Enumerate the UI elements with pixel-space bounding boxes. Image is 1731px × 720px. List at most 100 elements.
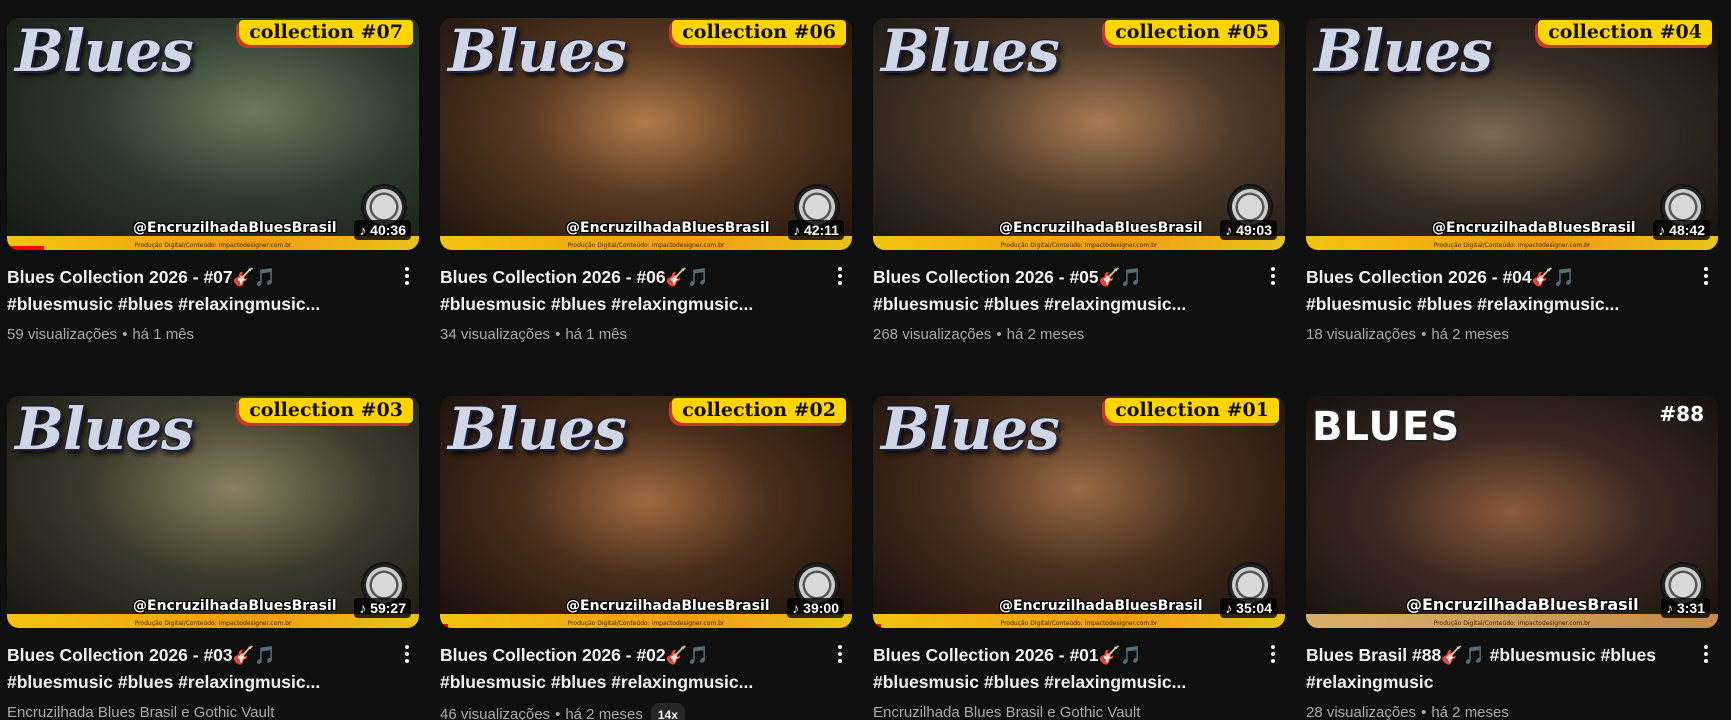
collection-badge: collection #06 [672, 20, 846, 45]
video-card-03[interactable]: Produção Digital/Conteúdo: impactodesign… [7, 396, 419, 720]
more-actions-icon[interactable] [828, 264, 852, 288]
video-stats: 268 visualizações • há 2 meses [873, 325, 1249, 345]
video-stats: Encruzilhada Blues Brasil e Gothic Vault [873, 703, 1249, 720]
blues-logo: Blues [881, 18, 1060, 85]
thumbnail-credit: Produção Digital/Conteúdo: impactodesign… [567, 620, 725, 627]
video-title[interactable]: Blues Collection 2026 - #05🎸🎵 #bluesmusi… [873, 264, 1249, 318]
duration-badge: ♪ 42:11 [788, 220, 844, 240]
video-thumbnail[interactable]: Produção Digital/Conteúdo: impactodesign… [440, 396, 852, 628]
upload-age: há 2 meses [565, 706, 643, 720]
duration-badge: ♪ 39:00 [787, 598, 844, 618]
video-stats: 34 visualizações • há 1 mês [440, 325, 816, 345]
video-card-04[interactable]: Produção Digital/Conteúdo: impactodesign… [1306, 18, 1718, 345]
watch-progress-bar [873, 624, 882, 628]
duration-badge: ♪ 48:42 [1653, 220, 1710, 240]
collection-badge: collection #04 [1538, 20, 1712, 45]
video-card-01[interactable]: Produção Digital/Conteúdo: impactodesign… [873, 396, 1285, 720]
more-actions-icon[interactable] [1261, 642, 1285, 666]
view-count: 268 visualizações [873, 326, 992, 343]
blues-logo: Blues [15, 396, 194, 463]
separator-dot: • [555, 326, 561, 343]
channel-names[interactable]: Encruzilhada Blues Brasil e Gothic Vault [7, 704, 274, 720]
video-card-05[interactable]: Produção Digital/Conteúdo: impactodesign… [873, 18, 1285, 345]
duration-badge: ♪ 40:36 [354, 220, 411, 240]
duration-badge: ♪ 49:03 [1220, 220, 1277, 240]
collection-badge: collection #02 [672, 398, 846, 423]
channel-tag: @EncruzilhadaBluesBrasil [133, 598, 337, 614]
separator-dot: • [1421, 326, 1427, 343]
channel-tag: @EncruzilhadaBluesBrasil [1406, 595, 1639, 614]
duration-badge: ♪ 3:31 [1661, 598, 1710, 618]
thumbnail-credit: Produção Digital/Conteúdo: impactodesign… [134, 620, 292, 627]
blues-logo: Blues [15, 18, 194, 85]
video-card-07[interactable]: Produção Digital/Conteúdo: impactodesign… [7, 18, 419, 345]
separator-dot: • [996, 326, 1002, 343]
more-actions-icon[interactable] [1694, 264, 1718, 288]
video-thumbnail[interactable]: Produção Digital/Conteúdo: impactodesign… [7, 396, 419, 628]
view-count: 59 visualizações [7, 326, 118, 343]
upload-age: há 2 meses [1006, 326, 1085, 343]
thumbnail-credit: Produção Digital/Conteúdo: impactodesign… [134, 242, 292, 249]
separator-dot: • [555, 706, 561, 720]
duration-badge: ♪ 35:04 [1220, 598, 1277, 618]
more-actions-icon[interactable] [395, 642, 419, 666]
thumbnail-credit: Produção Digital/Conteúdo: impactodesign… [1000, 620, 1158, 627]
more-actions-icon[interactable] [1694, 642, 1718, 666]
channel-names[interactable]: Encruzilhada Blues Brasil e Gothic Vault [873, 704, 1140, 720]
view-count: 18 visualizações [1306, 326, 1417, 343]
channel-tag: @EncruzilhadaBluesBrasil [566, 220, 770, 236]
video-stats: 46 visualizações • há 2 meses 14x [440, 703, 816, 720]
upload-age: há 2 meses [1431, 704, 1509, 720]
channel-tag: @EncruzilhadaBluesBrasil [999, 598, 1203, 614]
video-card-02[interactable]: Produção Digital/Conteúdo: impactodesign… [440, 396, 852, 720]
video-stats: Encruzilhada Blues Brasil e Gothic Vault [7, 703, 383, 720]
watch-progress-bar [7, 246, 45, 250]
video-stats: 18 visualizações • há 2 meses [1306, 325, 1682, 345]
blues-logo: Blues [448, 396, 627, 463]
video-thumbnail[interactable]: Produção Digital/Conteúdo: impactodesign… [1306, 396, 1718, 628]
video-thumbnail[interactable]: Produção Digital/Conteúdo: impactodesign… [440, 18, 852, 250]
more-actions-icon[interactable] [1261, 264, 1285, 288]
video-thumbnail[interactable]: Produção Digital/Conteúdo: impactodesign… [7, 18, 419, 250]
channel-tag: @EncruzilhadaBluesBrasil [133, 220, 337, 236]
separator-dot: • [122, 326, 128, 343]
thumbnail-credit: Produção Digital/Conteúdo: impactodesign… [1433, 242, 1591, 249]
video-stats: 59 visualizações • há 1 mês [7, 325, 383, 345]
view-count: 28 visualizações [1306, 704, 1417, 720]
thumbnail-credit: Produção Digital/Conteúdo: impactodesign… [1000, 242, 1158, 249]
count-chip: 14x [650, 703, 685, 720]
upload-age: há 2 meses [1431, 326, 1509, 343]
blues-logo: Blues [1314, 18, 1493, 85]
upload-age: há 1 mês [565, 326, 628, 343]
video-stats: 28 visualizações • há 2 meses [1306, 703, 1682, 720]
collection-badge: collection #07 [239, 20, 413, 45]
thumbnail-credit: Produção Digital/Conteúdo: impactodesign… [567, 242, 725, 249]
video-thumbnail[interactable]: Produção Digital/Conteúdo: impactodesign… [873, 396, 1285, 628]
episode-badge: #88 [1659, 402, 1704, 426]
video-title[interactable]: Blues Collection 2026 - #01🎸🎵 #bluesmusi… [873, 642, 1249, 696]
blues-logo: BLUES [1312, 404, 1461, 450]
blues-logo: Blues [881, 396, 1060, 463]
video-title[interactable]: Blues Brasil #88🎸🎵 #bluesmusic #blues #r… [1306, 642, 1682, 696]
video-title[interactable]: Blues Collection 2026 - #04🎸🎵 #bluesmusi… [1306, 264, 1682, 318]
video-title[interactable]: Blues Collection 2026 - #06🎸🎵 #bluesmusi… [440, 264, 816, 318]
video-title[interactable]: Blues Collection 2026 - #03🎸🎵 #bluesmusi… [7, 642, 383, 696]
channel-tag: @EncruzilhadaBluesBrasil [1432, 220, 1636, 236]
video-thumbnail[interactable]: Produção Digital/Conteúdo: impactodesign… [1306, 18, 1718, 250]
channel-tag: @EncruzilhadaBluesBrasil [999, 220, 1203, 236]
blues-logo: Blues [448, 18, 627, 85]
view-count: 46 visualizações [440, 706, 551, 720]
video-card-06[interactable]: Produção Digital/Conteúdo: impactodesign… [440, 18, 852, 345]
collection-badge: collection #01 [1105, 398, 1279, 423]
upload-age: há 1 mês [132, 326, 195, 343]
view-count: 34 visualizações [440, 326, 551, 343]
collection-badge: collection #05 [1105, 20, 1279, 45]
video-thumbnail[interactable]: Produção Digital/Conteúdo: impactodesign… [873, 18, 1285, 250]
collection-badge: collection #03 [239, 398, 413, 423]
video-title[interactable]: Blues Collection 2026 - #02🎸🎵 #bluesmusi… [440, 642, 816, 696]
video-title[interactable]: Blues Collection 2026 - #07🎸🎵 #bluesmusi… [7, 264, 383, 318]
more-actions-icon[interactable] [828, 642, 852, 666]
more-actions-icon[interactable] [395, 264, 419, 288]
separator-dot: • [1421, 704, 1427, 720]
video-card-88[interactable]: Produção Digital/Conteúdo: impactodesign… [1306, 396, 1718, 720]
